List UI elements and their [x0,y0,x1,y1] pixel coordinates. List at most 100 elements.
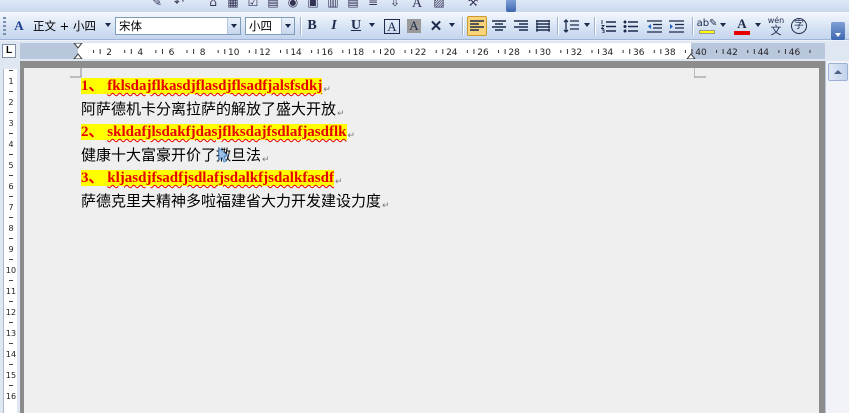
paragraph-text: fklsdajflkasdjflasdjflsadfjalsfsdkj [107,78,323,94]
font-color-dropdown-arrow[interactable] [755,23,762,29]
character-border-button[interactable]: A [382,16,402,36]
scaling-dropdown-arrow[interactable] [449,23,456,29]
numbered-paragraph[interactable]: 2、 skldafjlsdakfjdasjflksdajfsdlafjasdfl… [81,122,355,143]
enclose-characters-button[interactable]: 字 [789,16,809,36]
highlighted-text: 1、 fklsdajflkasdjflasdjflsadfjalsfsdkj [81,78,323,94]
frame-icon[interactable]: ▥ [326,0,340,9]
paragraph[interactable]: 健康十大富豪开价了撒旦法↵ [81,145,270,166]
ruler-tick-label: 16 [321,48,333,58]
image-icon[interactable]: ▨ [432,0,446,9]
decrease-indent-icon [646,19,662,33]
vertical-scrollbar[interactable] [825,61,849,413]
underline-dropdown-arrow[interactable] [369,23,376,29]
align-center-button[interactable] [489,16,509,36]
strip-overflow-button[interactable] [506,0,516,12]
increase-indent-button[interactable] [666,16,686,36]
justify-button[interactable] [533,16,553,36]
bold-label: B [307,18,317,33]
line-spacing-icon [563,19,579,33]
ruler-tick-label: 42 [726,48,737,58]
columns-icon[interactable]: ▤ [346,0,360,9]
ruler-tick-label: 28 [508,48,520,58]
checkbox-icon[interactable]: ☑ [246,0,260,9]
align-center-icon [492,20,506,31]
decrease-indent-button[interactable] [644,16,664,36]
scroll-up-button[interactable] [828,63,848,81]
numbered-paragraph[interactable]: 1、 fklsdajflkasdjflasdjflsadfjalsfsdkj↵ [81,76,331,97]
character-scaling-icon[interactable]: ✕ [426,16,446,36]
phonetic-guide-button[interactable]: wén 文 [766,16,786,36]
font-combo[interactable]: 宋体 [115,17,241,35]
line-spacing-button[interactable] [561,16,581,36]
vruler-tick-label: 9 [8,245,13,254]
style-value: 正文 + 小四 [33,19,96,33]
style-dropdown-arrow[interactable] [105,23,112,29]
table-icon[interactable]: ▦ [226,0,240,9]
numbering-button[interactable] [598,16,618,36]
form-field-icon[interactable]: ▤ [266,0,280,9]
underline-button[interactable]: U [346,16,366,36]
font-color-icon: A [737,16,747,31]
font-color-button[interactable]: A [732,16,752,36]
ruler-tick-label: 18 [353,48,365,58]
italic-button[interactable]: I [324,16,344,36]
vruler-tick-label: 8 [8,224,13,233]
justify-icon [536,20,550,32]
align-left-button[interactable] [467,16,487,36]
highlight-icon: ab✎ [696,18,718,29]
text-box-icon[interactable]: A [410,0,424,11]
ruler-tick-label: 14 [290,48,302,58]
format-painter-icon[interactable]: ✎ [150,0,164,9]
ruler-tick-label: 2 [106,48,112,58]
align-right-button[interactable] [511,16,531,36]
italic-label: I [331,18,337,33]
toolbar-overflow-button[interactable] [831,22,845,40]
list-number: 3、 [81,170,104,186]
right-indent-marker[interactable] [686,53,696,59]
bold-button[interactable]: B [302,16,322,36]
control-tools-icon[interactable]: ⚒ [466,0,480,9]
character-shading-button[interactable]: A [404,16,424,36]
formatting-toolbar: A 正文 + 小四 宋体 小四 B I U A A ✕ ab✎ A wén 文 … [0,12,849,40]
toolbar-grip[interactable] [3,17,6,35]
bullets-button[interactable] [620,16,640,36]
standard-toolbar-strip: ✎ ↶ ⌂ ▦ ☑ ▤ ◉ ▣ ▥ ▤ ≡ ⇩ A ▨ ⚒ [0,0,849,12]
undo-icon[interactable]: ↶ [172,0,186,9]
line-spacing-dropdown-arrow[interactable] [584,23,591,29]
underline-label: U [350,18,362,33]
highlighted-text: 3、 kljasdjfsadfjsdlafjsdalkfjsdalkfasdf [81,170,334,186]
toolbar-separator [557,17,558,35]
drop-down-form-icon[interactable]: ▣ [306,0,320,9]
vruler-tick-label: 6 [8,182,13,191]
highlight-button[interactable]: ab✎ [697,16,717,36]
vertical-ruler[interactable]: 1 2 3 4 5 6 7 8 9 10 11 12 13 14 15 16 [0,61,20,413]
option-button-icon[interactable]: ◉ [286,0,300,9]
paragraph[interactable]: 萨德克里夫精神多啦福建省大力开发建设力度↵ [81,191,390,212]
scroll-bar-icon[interactable]: ⇩ [388,0,402,9]
font-size-combo[interactable]: 小四 [245,17,295,35]
paragraph-mark: ↵ [347,130,356,140]
numbered-paragraph[interactable]: 3、 kljasdjfsadfjsdlafjsdalkfjsdalkfasdf↵ [81,168,343,189]
paragraph[interactable]: 阿萨德机卡分离拉萨的解放了盛大开放↵ [81,99,345,120]
highlight-dropdown-arrow[interactable] [720,23,727,29]
horizontal-ruler[interactable]: 2 4 6 8 10 12 14 16 18 20 22 24 26 28 30 32 34 36 38 40 42 44… [20,43,825,59]
document-page[interactable]: 1、 fklsdajflkasdjflasdjflsadfjalsfsdkj↵ … [24,68,819,413]
vertical-ruler-ticks: 12345678910111213141516 [6,70,16,401]
ruler-tick-label: 24 [446,48,458,58]
paragraph-text: 萨德克里夫精神多啦福建省大力开发建设力度 [81,192,382,210]
align-right-icon [514,20,528,31]
tab-selector[interactable]: L [2,44,16,58]
font-size-dropdown-arrow[interactable] [281,18,294,34]
paragraph-mark: ↵ [382,201,390,211]
ruler-tick-label: 4 [137,48,143,58]
vruler-tick-label: 14 [6,350,16,359]
listbox-icon[interactable]: ≡ [366,0,380,9]
font-dropdown-arrow[interactable] [227,18,240,34]
list-number: 2、 [81,124,104,140]
vertical-ruler-track: 1 2 3 4 5 6 7 8 9 10 11 12 13 14 15 16 [3,69,17,413]
styles-formatting-icon[interactable]: A [9,16,29,36]
ruler-tick-label: 44 [758,48,770,58]
left-indent-marker[interactable] [73,43,83,59]
increase-indent-icon [668,19,684,33]
insert-hyperlink-icon[interactable]: ⌂ [206,0,220,9]
